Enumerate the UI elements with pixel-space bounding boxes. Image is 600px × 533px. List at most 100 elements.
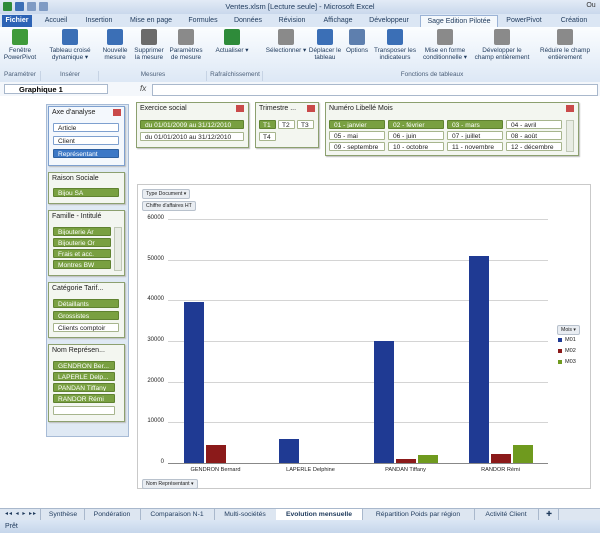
bar-m01-0[interactable] (183, 302, 204, 463)
slicer-item-exercice-2009[interactable]: du 01/01/2009 au 31/12/2010 (140, 120, 244, 129)
slicer-item-mois-02[interactable]: 02 - février (388, 120, 444, 129)
insert-sheet-icon[interactable]: ✚ (540, 509, 559, 520)
sheet-tab-activite-client[interactable]: Activité Client (474, 509, 539, 520)
clear-filter-icon[interactable] (236, 105, 244, 112)
select-button[interactable]: Sélectionner ▾ (264, 29, 308, 54)
slicer-item-laperle[interactable]: LAPERLE Delp... (53, 372, 115, 381)
tab-creation[interactable]: Création (552, 15, 596, 27)
clear-filter-icon[interactable] (566, 105, 574, 112)
slicer-item-t1[interactable]: T1 (259, 120, 276, 129)
bar-m03-3[interactable] (512, 444, 533, 463)
slicer-item-clients-comptoir[interactable]: Clients comptoir (53, 323, 119, 332)
legend-label: M02 (565, 348, 576, 354)
y-tick-label: 0 (160, 459, 164, 465)
sheet-nav-arrows[interactable]: ◂◂ ◂ ▸ ▸▸ (2, 509, 41, 520)
tab-mise-en-page[interactable]: Mise en page (124, 15, 178, 27)
slicer-item-article[interactable]: Article (53, 123, 119, 132)
options-button[interactable]: Options (342, 29, 372, 54)
transpose-indicators-button[interactable]: Transposer les indicateurs (372, 29, 418, 61)
formula-input[interactable] (152, 84, 598, 96)
fx-icon[interactable]: fx (140, 84, 146, 93)
slicer-trimestre: Trimestre ... T1 T2 T3 T4 (255, 102, 319, 148)
field-button-legend[interactable]: Mois ▾ (557, 325, 581, 335)
y-tick-label: 20000 (147, 377, 164, 384)
slicer-scrollbar[interactable] (566, 120, 574, 152)
slicer-scrollbar[interactable] (114, 227, 122, 271)
slicer-item-montres-bw[interactable]: Montres BW (53, 260, 111, 269)
conditional-format-label: Mise en forme conditionnelle ▾ (422, 47, 468, 61)
tab-developpeur[interactable]: Développeur (364, 15, 414, 27)
slicer-item-mois-09[interactable]: 09 - septembre (329, 142, 385, 151)
sheet-tab-multi-societes[interactable]: Multi-sociétés (214, 509, 277, 520)
slicer-item-t3[interactable]: T3 (297, 120, 314, 129)
name-box[interactable]: Graphique 1 (4, 84, 108, 94)
slicer-item-mois-03[interactable]: 03 - mars (447, 120, 503, 129)
new-measure-button[interactable]: Nouvelle mesure (100, 29, 130, 61)
slicer-item-bijouterie-ar[interactable]: Bijouterie Ar (53, 227, 111, 236)
slicer-item-pandan[interactable]: PANDAN Tiffany (53, 383, 115, 392)
tab-insertion[interactable]: Insertion (78, 15, 120, 27)
conditional-format-button[interactable]: Mise en forme conditionnelle ▾ (420, 29, 470, 61)
conditional-format-icon (437, 29, 453, 45)
bar-m01-3[interactable] (468, 255, 489, 463)
tab-powerpivot[interactable]: PowerPivot (502, 15, 546, 27)
slicer-item-exercice-2010[interactable]: du 01/01/2010 au 31/12/2010 (140, 132, 244, 141)
tab-accueil[interactable]: Accueil (36, 15, 76, 27)
group-label-mesures: Mesures (98, 71, 207, 81)
slicer-item-empty[interactable] (53, 406, 115, 415)
slicer-title: Axe d'analyse (52, 109, 96, 116)
bar-m01-2[interactable] (373, 341, 394, 463)
slicer-item-t2[interactable]: T2 (278, 120, 295, 129)
collapse-field-button[interactable]: Réduire le champ entièrement (534, 29, 596, 61)
slicer-item-mois-06[interactable]: 06 - juin (388, 131, 444, 140)
tab-formules[interactable]: Formules (182, 15, 224, 27)
sheet-tab-comparaison[interactable]: Comparaison N-1 (140, 509, 215, 520)
tab-revision[interactable]: Révision (272, 15, 312, 27)
measure-settings-button[interactable]: Paramètres de mesure (168, 29, 204, 61)
y-tick-label: 10000 (147, 418, 164, 425)
slicer-item-bijou-sa[interactable]: Bijou SA (53, 188, 119, 197)
slicer-item-t4[interactable]: T4 (259, 132, 276, 141)
slicer-item-mois-11[interactable]: 11 - novembre (447, 142, 503, 151)
slicer-item-frais-acc[interactable]: Frais et acc. (53, 249, 111, 258)
pivot-table-button[interactable]: Tableau croisé dynamique ▾ (44, 29, 96, 61)
slicer-item-representant[interactable]: Représentant (53, 149, 119, 158)
bar-m02-3[interactable] (490, 453, 511, 463)
slicer-item-mois-04[interactable]: 04 - avril (506, 120, 562, 129)
measure-settings-icon (178, 29, 194, 45)
bar-m03-2[interactable] (417, 454, 438, 463)
window-corner-button[interactable]: Ou (584, 1, 598, 11)
slicer-item-mois-01[interactable]: 01 - janvier (329, 120, 385, 129)
slicer-item-mois-12[interactable]: 12 - décembre (506, 142, 562, 151)
slicer-item-mois-08[interactable]: 08 - août (506, 131, 562, 140)
bar-m02-2[interactable] (395, 458, 416, 463)
slicer-item-client[interactable]: Client (53, 136, 119, 145)
slicer-item-mois-05[interactable]: 05 - mai (329, 131, 385, 140)
slicer-item-detaillants[interactable]: Détaillants (53, 299, 119, 308)
delete-measure-button[interactable]: Supprimer la mesure (132, 29, 166, 61)
tab-donnees[interactable]: Données (228, 15, 268, 27)
move-table-button[interactable]: Déplacer le tableau (308, 29, 342, 61)
tab-fichier[interactable]: Fichier (2, 15, 32, 27)
powerpivot-window-button[interactable]: Fenêtre PowerPivot (2, 29, 38, 61)
slicer-item-grossistes[interactable]: Grossistes (53, 311, 119, 320)
pivot-chart[interactable]: Type Document ▾ Chiffre d'affaires HT No… (137, 184, 591, 489)
slicer-item-gendron[interactable]: GENDRON Ber... (53, 361, 115, 370)
refresh-button[interactable]: Actualiser ▾ (212, 29, 252, 54)
slicer-item-mois-07[interactable]: 07 - juillet (447, 131, 503, 140)
bar-m02-0[interactable] (205, 444, 226, 463)
legend-entry-m03: M03 (558, 359, 576, 365)
sheet-tab-synthese[interactable]: Synthèse (42, 509, 85, 520)
sheet-tab-evolution-mensuelle[interactable]: Evolution mensuelle (276, 509, 363, 520)
slicer-item-randor[interactable]: RANDOR Rémi (53, 394, 115, 403)
slicer-item-mois-10[interactable]: 10 - octobre (388, 142, 444, 151)
clear-filter-icon[interactable] (113, 109, 121, 116)
clear-filter-icon[interactable] (307, 105, 315, 112)
sheet-tab-ponderation[interactable]: Pondération (84, 509, 141, 520)
tab-affichage[interactable]: Affichage (316, 15, 360, 27)
sheet-tab-repartition[interactable]: Répartition Poids par région (362, 509, 475, 520)
slicer-item-bijouterie-or[interactable]: Bijouterie Or (53, 238, 111, 247)
bar-m01-1[interactable] (278, 439, 299, 463)
window-title: Ventes.xlsm [Lecture seule] - Microsoft … (225, 2, 375, 11)
expand-field-button[interactable]: Développer le champ entièrement (472, 29, 532, 61)
